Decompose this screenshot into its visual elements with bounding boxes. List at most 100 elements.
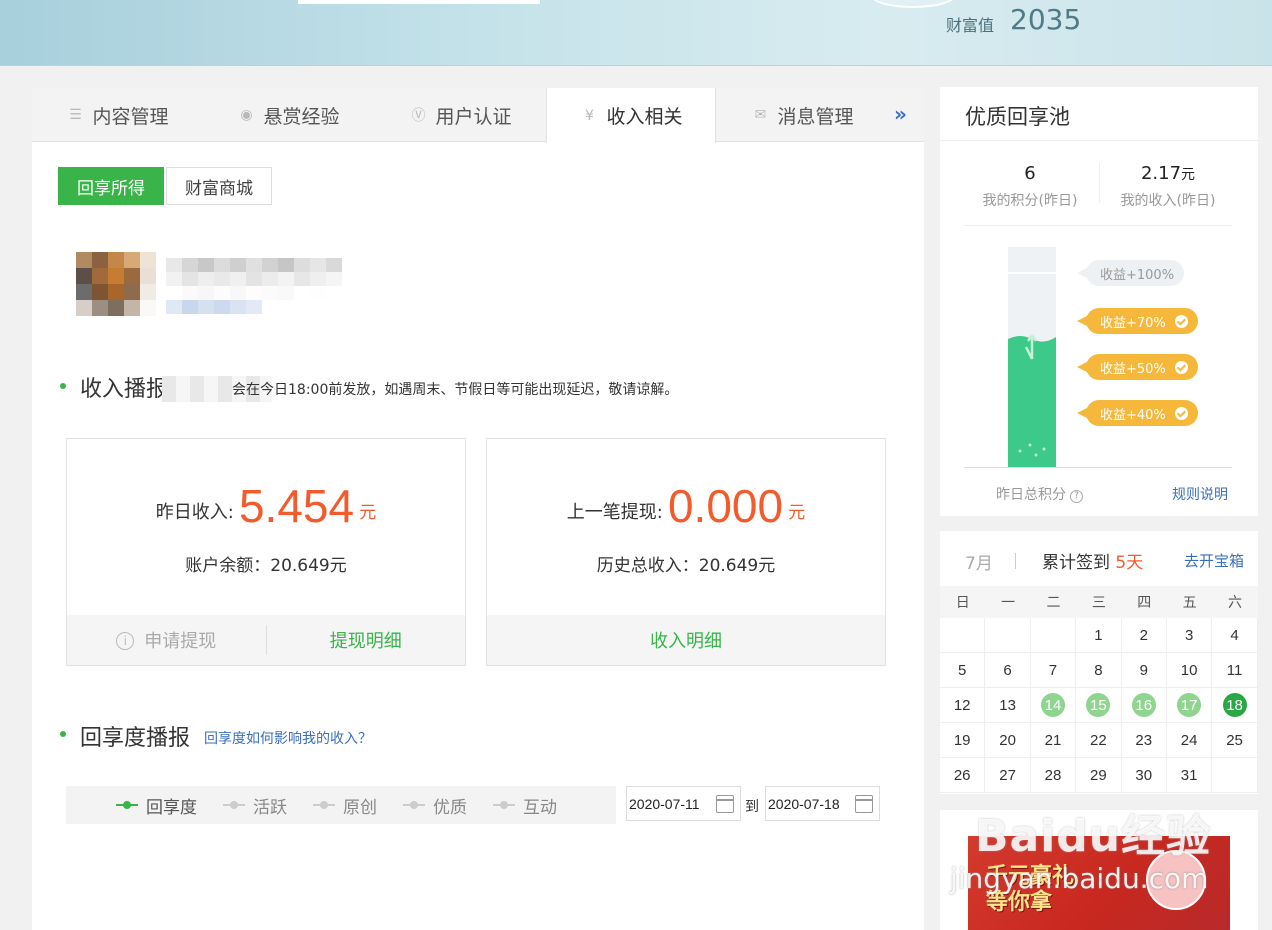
legend-marker-icon xyxy=(493,800,515,810)
weekday: 日 xyxy=(955,595,970,611)
divider xyxy=(1015,553,1016,569)
income-detail-button[interactable]: 收入明细 xyxy=(487,627,885,653)
calendar-icon xyxy=(855,795,873,813)
calendar-day-number: 1 xyxy=(1094,626,1103,644)
tab-label: 消息管理 xyxy=(777,105,854,128)
start-date-input[interactable]: 2020-07-11 xyxy=(626,786,741,821)
calendar-day: 26 xyxy=(940,758,986,793)
avatar xyxy=(76,252,156,316)
open-treasure-link[interactable]: 去开宝箱 xyxy=(1184,550,1244,571)
blurred-user-info xyxy=(76,252,342,332)
more-tabs-icon[interactable]: » xyxy=(894,102,907,126)
my-income-stat: 2.17元 我的收入(昨日) xyxy=(1098,163,1238,210)
tier-label: 收益+100% xyxy=(1100,267,1175,283)
tab-label: 用户认证 xyxy=(435,105,512,128)
calendar-day: 5 xyxy=(940,653,986,688)
header-search-strip xyxy=(298,0,540,4)
calendar-day: 11 xyxy=(1212,653,1258,688)
calendar-empty-cell xyxy=(1030,618,1077,653)
last-withdraw-value: 0.000 xyxy=(667,480,784,532)
tab-messages[interactable]: ✉ 消息管理 xyxy=(716,88,888,142)
calendar-day: 3 xyxy=(1166,618,1213,653)
calendar-day: 29 xyxy=(1076,758,1122,793)
calendar-day-number: 6 xyxy=(1003,661,1012,679)
end-date-input[interactable]: 2020-07-18 xyxy=(765,786,880,821)
my-income-label: 我的收入(昨日) xyxy=(1120,193,1216,209)
calendar-grid: 日 一 二 三 四 五 六 1 2 3 4 5 6 7 8 9 10 11 12 13 14 15 16 17 1… xyxy=(940,586,1258,793)
yesterday-income-unit: 元 xyxy=(359,503,377,523)
income-section-title: 收入播报 xyxy=(80,377,169,402)
sign-in-calendar: 7月 累计签到 5天 去开宝箱 日 一 二 三 四 五 六 1234567891… xyxy=(940,531,1258,794)
metric-sharing-degree[interactable]: 回享度 xyxy=(116,793,197,818)
tab-content-management[interactable]: ☰ 内容管理 xyxy=(32,88,202,142)
test-tube-gauge xyxy=(1006,247,1058,467)
metric-quality[interactable]: 优质 xyxy=(403,793,467,818)
yesterday-income-line: 昨日收入: 5.454 元 xyxy=(67,479,465,533)
tab-user-verify[interactable]: Ⓥ 用户认证 xyxy=(374,88,546,142)
calendar-day: 21 xyxy=(1030,723,1077,758)
legend-marker-icon xyxy=(403,800,425,810)
my-income-value-line: 2.17元 xyxy=(1098,163,1238,184)
calendar-day: 4 xyxy=(1212,618,1258,653)
calendar-day-number: 19 xyxy=(953,731,971,749)
last-withdraw-label: 上一笔提现: xyxy=(566,502,663,523)
calendar-day: 15 xyxy=(1076,688,1122,723)
tier-label: 收益+70% xyxy=(1100,315,1166,331)
calendar-day-number: 12 xyxy=(953,696,971,714)
metric-original[interactable]: 原创 xyxy=(313,793,377,818)
subtab-group: 回享所得 财富商城 xyxy=(58,167,272,205)
my-income-unit: 元 xyxy=(1181,167,1196,183)
check-icon xyxy=(1174,360,1188,374)
card-footer: i 申请提现 提现明细 xyxy=(67,615,465,665)
calendar-day: 2 xyxy=(1121,618,1167,653)
calendar-day-number: 20 xyxy=(999,731,1016,749)
section-bullet xyxy=(60,383,66,389)
help-icon[interactable]: ? xyxy=(1070,489,1083,503)
calendar-day-number: 31 xyxy=(1180,766,1198,784)
weekday: 一 xyxy=(1001,595,1016,611)
yen-icon: ¥ xyxy=(585,107,594,124)
metric-filter-bar: 回享度 活跃 原创 优质 互动 xyxy=(66,786,616,824)
tab-income[interactable]: ¥ 收入相关 xyxy=(546,88,716,143)
rules-link[interactable]: 规则说明 xyxy=(1172,484,1228,504)
degree-help-link[interactable]: 回享度如何影响我的收入？ xyxy=(204,728,372,748)
subtab-wealth-mall[interactable]: 财富商城 xyxy=(166,167,272,205)
pool-title: 优质回享池 xyxy=(965,105,1070,129)
calendar-day-number: 14 xyxy=(1040,693,1065,717)
calendar-day: 20 xyxy=(985,723,1031,758)
metric-active[interactable]: 活跃 xyxy=(223,793,287,818)
calendar-day: 22 xyxy=(1076,723,1122,758)
tab-label: 内容管理 xyxy=(92,105,169,128)
sign-in-count: 累计签到 5天 xyxy=(1042,548,1143,573)
calendar-day-number: 25 xyxy=(1226,731,1243,749)
my-points-value: 6 xyxy=(1024,163,1036,184)
check-icon xyxy=(1174,406,1188,420)
tier-50: 收益+50% xyxy=(1077,354,1198,380)
calendar-day: 18 xyxy=(1212,688,1258,723)
subtab-earnings[interactable]: 回享所得 xyxy=(58,167,164,205)
legend-marker-icon xyxy=(313,800,335,810)
withdraw-detail-button[interactable]: 提现明细 xyxy=(267,627,466,653)
calendar-day-number: 9 xyxy=(1139,661,1148,679)
calendar-day: 23 xyxy=(1121,723,1167,758)
calendar-day-number: 22 xyxy=(1090,731,1107,749)
apply-withdraw-button[interactable]: i 申请提现 xyxy=(67,627,266,653)
calendar-day: 6 xyxy=(985,653,1031,688)
calendar-day: 9 xyxy=(1121,653,1167,688)
last-withdraw-unit: 元 xyxy=(788,503,806,523)
metric-interaction[interactable]: 互动 xyxy=(493,793,557,818)
yesterday-income-value: 5.454 xyxy=(238,480,355,532)
verify-icon: Ⓥ xyxy=(411,108,426,124)
metric-label: 原创 xyxy=(343,797,377,818)
calendar-day: 16 xyxy=(1121,688,1167,723)
calendar-empty-cell xyxy=(1212,758,1258,793)
end-date-value: 2020-07-18 xyxy=(768,795,840,812)
calendar-day-number: 11 xyxy=(1226,661,1243,679)
calendar-day: 7 xyxy=(1030,653,1077,688)
calendar-day: 13 xyxy=(985,688,1031,723)
tab-bounty-experience[interactable]: ◉ 悬赏经验 xyxy=(202,88,374,142)
divider xyxy=(964,225,1232,226)
calendar-day-number: 26 xyxy=(953,766,971,784)
account-balance: 账户余额：20.649元 xyxy=(185,556,347,576)
watermark-logo: Baidu经验 xyxy=(975,811,1212,862)
